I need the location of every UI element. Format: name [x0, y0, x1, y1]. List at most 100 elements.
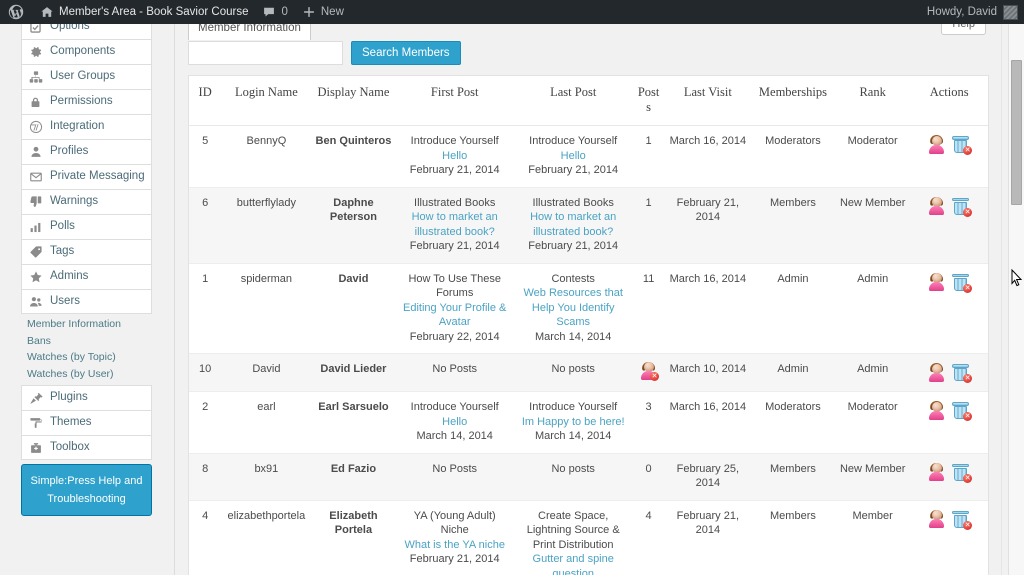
sidebar-item-options[interactable]: Options — [21, 24, 152, 39]
col-header-id[interactable]: ID — [189, 76, 222, 126]
sidebar-item-polls[interactable]: Polls — [21, 214, 152, 239]
delete-trash-icon[interactable]: ✕ — [951, 273, 973, 293]
user-profile-icon[interactable] — [928, 401, 945, 420]
comments-item[interactable]: 0 — [255, 0, 294, 24]
admin-page: Member's Area - Book Savior Course 0 New… — [0, 0, 1024, 575]
last_post-topic[interactable]: Im Happy to be here! — [517, 415, 630, 430]
first_post-date: March 14, 2014 — [416, 430, 493, 442]
sidebar-item-profiles[interactable]: Profiles — [21, 139, 152, 164]
cell-id: 5 — [189, 125, 222, 188]
table-row: 10 David David Lieder No Posts No posts ✕ Marc… — [189, 353, 988, 392]
col-header-memberships[interactable]: Memberships — [750, 76, 835, 126]
col-header-posts[interactable]: Post s — [632, 76, 665, 126]
sidebar-item-warnings[interactable]: Warnings — [21, 189, 152, 214]
last_post-topic[interactable]: Web Resources that Help You Identify Sca… — [517, 286, 630, 330]
cell-posts: ✕ — [632, 353, 665, 392]
sidebar-item-admins[interactable]: Admins — [21, 264, 152, 289]
sidebar-item-integration[interactable]: Integration — [21, 114, 152, 139]
first_post-date: February 21, 2014 — [409, 553, 500, 565]
cell-display-name: Earl Sarsuelo — [311, 391, 396, 454]
cell-login-name[interactable]: BennyQ — [221, 125, 312, 188]
sidebar-subitem-watches-by-topic[interactable]: Watches (by Topic) — [27, 349, 157, 366]
cell-posts: 3 — [632, 391, 665, 454]
search-members-button[interactable]: Search Members — [351, 41, 461, 65]
sidebar-subitem-watches-by-user[interactable]: Watches (by User) — [27, 366, 157, 383]
sidebar-item-label: Users — [50, 294, 81, 307]
cell-login-name[interactable]: spiderman — [221, 263, 312, 354]
sidebar-item-users[interactable]: Users — [21, 289, 152, 314]
col-header-display-name[interactable]: Display Name — [311, 76, 396, 126]
sidebar-subitems: Member Information Bans Watches (by Topi… — [27, 316, 157, 382]
sidebar-item-components[interactable]: Components — [21, 39, 152, 64]
last_post-topic[interactable]: Gutter and spine question — [517, 552, 630, 575]
comment-bubble-icon — [262, 5, 276, 19]
col-header-last-visit[interactable]: Last Visit — [664, 76, 751, 126]
user-profile-icon[interactable] — [928, 363, 945, 382]
plus-icon — [302, 5, 316, 19]
first_post-topic[interactable]: Hello — [398, 149, 511, 164]
search-input[interactable] — [188, 41, 343, 65]
sidebar-item-user-groups[interactable]: User Groups — [21, 64, 152, 89]
table-row: 5 BennyQ Ben Quinteros Introduce Yourself He… — [189, 125, 988, 188]
delete-trash-icon[interactable]: ✕ — [951, 135, 973, 155]
sidebar-subitem-member-information[interactable]: Member Information — [27, 316, 157, 333]
sidebar-item-private-messaging[interactable]: Private Messaging — [21, 164, 152, 189]
user-profile-icon[interactable] — [928, 509, 945, 528]
scrollbar-thumb[interactable] — [1011, 60, 1022, 205]
cell-login-name[interactable]: earl — [221, 391, 312, 454]
cell-login-name[interactable]: bx91 — [221, 453, 312, 501]
col-header-last-post[interactable]: Last Post — [513, 76, 633, 126]
sidebar-item-toolbox[interactable]: Toolbox — [21, 435, 152, 460]
cell-first-post: How To Use These Forums Editing Your Prof… — [395, 263, 514, 354]
sidebar-item-tags[interactable]: Tags — [21, 239, 152, 264]
delete-trash-icon[interactable]: ✕ — [951, 363, 973, 383]
first_post-topic[interactable]: Hello — [398, 415, 511, 430]
help-tab-button[interactable]: Help — [941, 24, 986, 35]
user-profile-icon[interactable] — [928, 272, 945, 291]
cell-display-name: Ben Quinteros — [311, 125, 396, 188]
user-profile-icon[interactable] — [928, 135, 945, 154]
vertical-scrollbar[interactable] — [1008, 24, 1024, 575]
sidebar-subitem-bans[interactable]: Bans — [27, 333, 157, 350]
col-header-rank[interactable]: Rank — [834, 76, 911, 126]
cell-login-name[interactable]: elizabethportela — [221, 500, 312, 575]
cell-last-post: No posts — [513, 353, 633, 392]
sidebar-item-permissions[interactable]: Permissions — [21, 89, 152, 114]
col-header-first-post[interactable]: First Post — [395, 76, 514, 126]
table-row: 8 bx91 Ed Fazio No Posts No posts 0 February 2… — [189, 453, 988, 501]
cell-login-name[interactable]: David — [221, 353, 312, 392]
cell-actions: ✕ — [910, 391, 988, 454]
delete-trash-icon[interactable]: ✕ — [951, 510, 973, 530]
last_post-topic[interactable]: How to market an illustrated book? — [517, 210, 630, 239]
wordpress-logo-icon[interactable] — [0, 0, 33, 24]
account-area[interactable]: Howdy, David — [927, 4, 1024, 20]
site-title: Member's Area - Book Savior Course — [59, 6, 249, 18]
delete-trash-icon[interactable]: ✕ — [951, 401, 973, 421]
tab-member-information[interactable]: Member Information — [188, 24, 311, 40]
first_post-forum: Introduce Yourself — [410, 135, 499, 147]
wordpress-logo-icon — [28, 120, 43, 135]
col-header-login-name[interactable]: Login Name — [221, 76, 312, 126]
delete-trash-icon[interactable]: ✕ — [951, 463, 973, 483]
delete-trash-icon[interactable]: ✕ — [951, 197, 973, 217]
first_post-topic[interactable]: Editing Your Profile & Avatar — [398, 301, 511, 330]
cell-rank: Moderator — [834, 125, 911, 188]
last_post-forum: Illustrated Books — [532, 196, 614, 209]
cell-last-visit: March 16, 2014 — [664, 391, 751, 454]
sidebar-item-themes[interactable]: Themes — [21, 410, 152, 435]
cell-login-name[interactable]: butterflylady — [221, 187, 312, 264]
sidebar-item-label: User Groups — [50, 70, 116, 83]
sidebar-item-plugins[interactable]: Plugins — [21, 385, 152, 410]
new-content-item[interactable]: New — [295, 0, 351, 24]
col-header-actions: Actions — [910, 76, 988, 126]
last_post-topic[interactable]: Hello — [517, 149, 630, 164]
user-profile-icon[interactable] — [928, 462, 945, 481]
red-x-badge-icon: ✕ — [963, 283, 973, 293]
red-x-badge-icon: ✕ — [963, 207, 973, 217]
first_post-date: February 21, 2014 — [409, 240, 500, 252]
first_post-topic[interactable]: What is the YA niche — [398, 538, 511, 553]
site-name-item[interactable]: Member's Area - Book Savior Course — [33, 0, 255, 24]
first_post-topic[interactable]: How to market an illustrated book? — [398, 210, 511, 239]
simplepress-help-button[interactable]: Simple:Press Help and Troubleshooting — [21, 464, 152, 516]
user-profile-icon[interactable] — [928, 196, 945, 215]
